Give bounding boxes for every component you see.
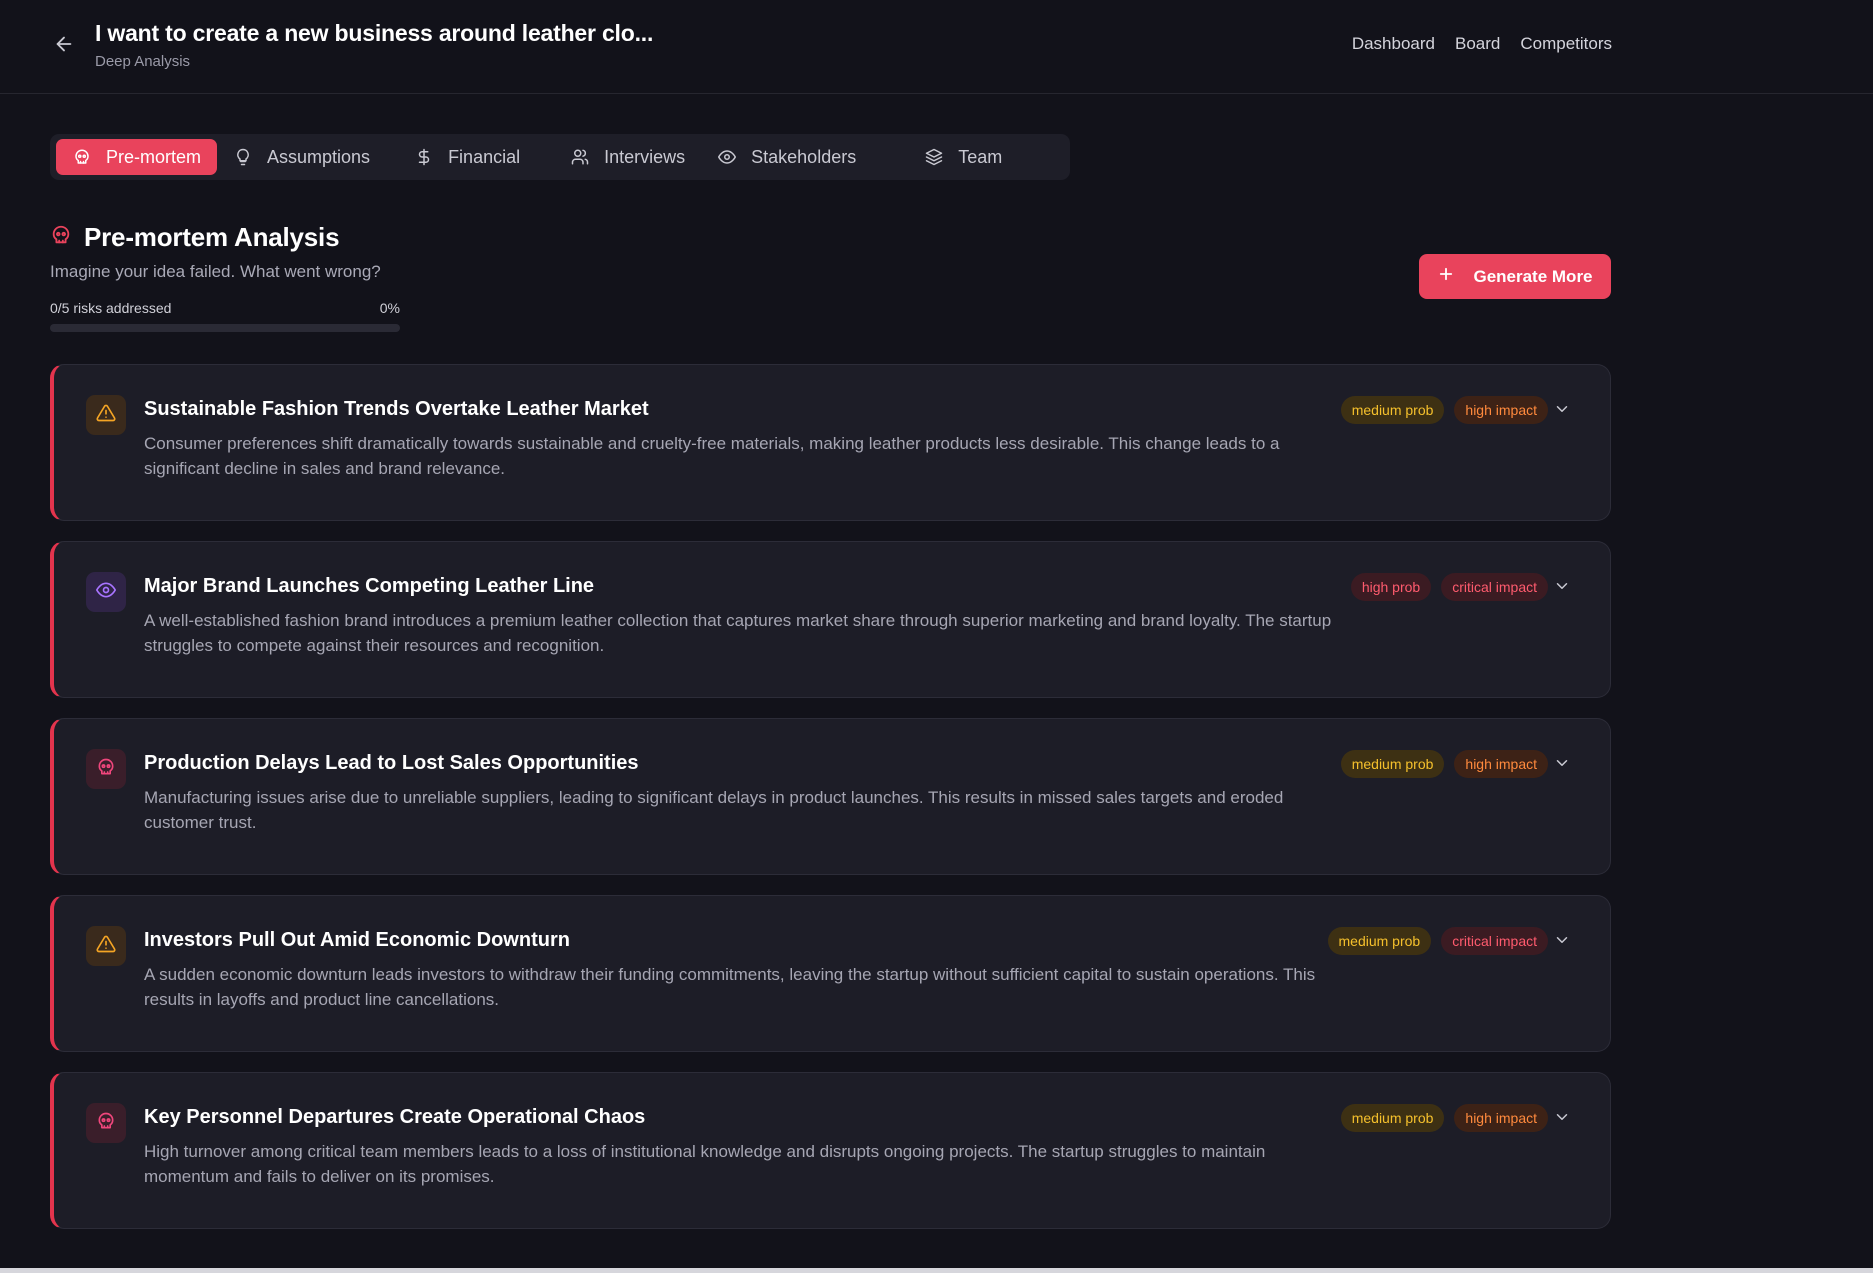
tab-label: Assumptions [267,146,371,167]
tab-pre-mortem[interactable]: Pre-mortem [56,139,218,175]
layers-icon [924,147,944,167]
window-bottom-edge [0,1268,1873,1273]
risk-card[interactable]: Key Personnel Departures Create Operatio… [50,1072,1611,1229]
chevron-down-icon [1553,577,1571,600]
expand-button[interactable] [1552,401,1572,421]
section-header: Pre-mortem Analysis [50,222,340,253]
users-icon [570,147,590,167]
risk-description: Manufacturing issues arise due to unreli… [144,788,1284,832]
impact-badge: high impact [1454,1104,1548,1132]
tab-label: Stakeholders [751,146,857,167]
tab-label: Financial [448,146,521,167]
risk-badges: medium prob high impact [1340,750,1548,778]
app-root: I want to create a new business around l… [0,0,1873,1273]
progress-percent: 0% [379,300,400,316]
skull-icon [96,1111,116,1136]
chevron-down-icon [1553,931,1571,954]
nav-board[interactable]: Board [1455,34,1500,54]
risk-icon-badge [86,749,126,789]
risk-list: Sustainable Fashion Trends Overtake Leat… [50,364,1611,1249]
chevron-down-icon [1553,754,1571,777]
skull-icon [50,224,72,251]
chevron-down-icon [1553,1108,1571,1131]
risk-badges: high prob critical impact [1350,573,1548,601]
analysis-tabs: Pre-mortem Assumptions Financial Intervi… [50,134,1070,180]
chevron-down-icon [1553,400,1571,423]
skull-icon [96,757,116,782]
probability-badge: medium prob [1340,750,1445,778]
risk-icon-badge [86,572,126,612]
progress-label: 0/5 risks addressed [50,300,172,316]
impact-badge: critical impact [1441,927,1548,955]
lightbulb-icon [233,147,253,167]
expand-button[interactable] [1552,1109,1572,1129]
tab-label: Interviews [604,146,686,167]
plus-icon [1437,265,1455,288]
probability-badge: high prob [1350,573,1432,601]
risk-description: High turnover among critical team member… [144,1142,1266,1186]
risk-description: A sudden economic downturn leads investo… [144,965,1316,1009]
risk-card[interactable]: Investors Pull Out Amid Economic Downtur… [50,895,1611,1052]
risk-title: Key Personnel Departures Create Operatio… [144,1106,646,1128]
risk-badges: medium prob critical impact [1327,927,1548,955]
risk-icon-badge [86,1103,126,1143]
section-description: Imagine your idea failed. What went wron… [50,262,381,281]
warning-triangle-icon [96,403,116,428]
warning-triangle-icon [96,934,116,959]
back-button[interactable] [48,32,80,60]
tab-team[interactable]: Team [908,139,1018,175]
impact-badge: critical impact [1441,573,1548,601]
nav-competitors[interactable]: Competitors [1520,34,1612,54]
tab-interviews[interactable]: Interviews [554,139,701,175]
probability-badge: medium prob [1340,396,1445,424]
risk-icon-badge [86,926,126,966]
skull-icon [72,147,92,167]
risk-card[interactable]: Major Brand Launches Competing Leather L… [50,541,1611,698]
progress-labels: 0/5 risks addressed 0% [50,300,400,316]
nav-dashboard[interactable]: Dashboard [1352,34,1435,54]
generate-more-button[interactable]: Generate More [1419,254,1611,299]
expand-button[interactable] [1552,932,1572,952]
risk-badges: medium prob high impact [1340,1104,1548,1132]
progress-bar [50,324,400,332]
impact-badge: high impact [1454,750,1548,778]
risk-badges: medium prob high impact [1340,396,1548,424]
section-title: Pre-mortem Analysis [84,222,340,252]
risk-title: Investors Pull Out Amid Economic Downtur… [144,929,570,951]
top-bar: I want to create a new business around l… [0,0,1873,94]
risk-icon-badge [86,395,126,435]
page-subtitle: Deep Analysis [95,53,191,70]
generate-more-label: Generate More [1473,266,1593,286]
risk-description: Consumer preferences shift dramatically … [144,434,1280,478]
tab-label: Team [958,146,1003,167]
tab-assumptions[interactable]: Assumptions [217,139,386,175]
dollar-icon [414,147,434,167]
tab-financial[interactable]: Financial [398,139,536,175]
risk-title: Production Delays Lead to Lost Sales Opp… [144,752,639,774]
eye-icon [717,147,737,167]
page-title: I want to create a new business around l… [95,20,654,46]
tab-stakeholders[interactable]: Stakeholders [701,139,872,175]
risk-title: Major Brand Launches Competing Leather L… [144,575,595,597]
risk-card[interactable]: Production Delays Lead to Lost Sales Opp… [50,718,1611,875]
title-block: I want to create a new business around l… [95,20,653,70]
arrow-left-icon [53,33,75,60]
probability-badge: medium prob [1327,927,1432,955]
tab-label: Pre-mortem [106,146,202,167]
top-nav: Dashboard Board Competitors [1352,34,1612,54]
expand-button[interactable] [1552,578,1572,598]
probability-badge: medium prob [1340,1104,1445,1132]
risk-card[interactable]: Sustainable Fashion Trends Overtake Leat… [50,364,1611,521]
risk-description: A well-established fashion brand introdu… [144,611,1332,655]
risk-title: Sustainable Fashion Trends Overtake Leat… [144,398,649,420]
expand-button[interactable] [1552,755,1572,775]
eye-icon [96,580,116,605]
impact-badge: high impact [1454,396,1548,424]
